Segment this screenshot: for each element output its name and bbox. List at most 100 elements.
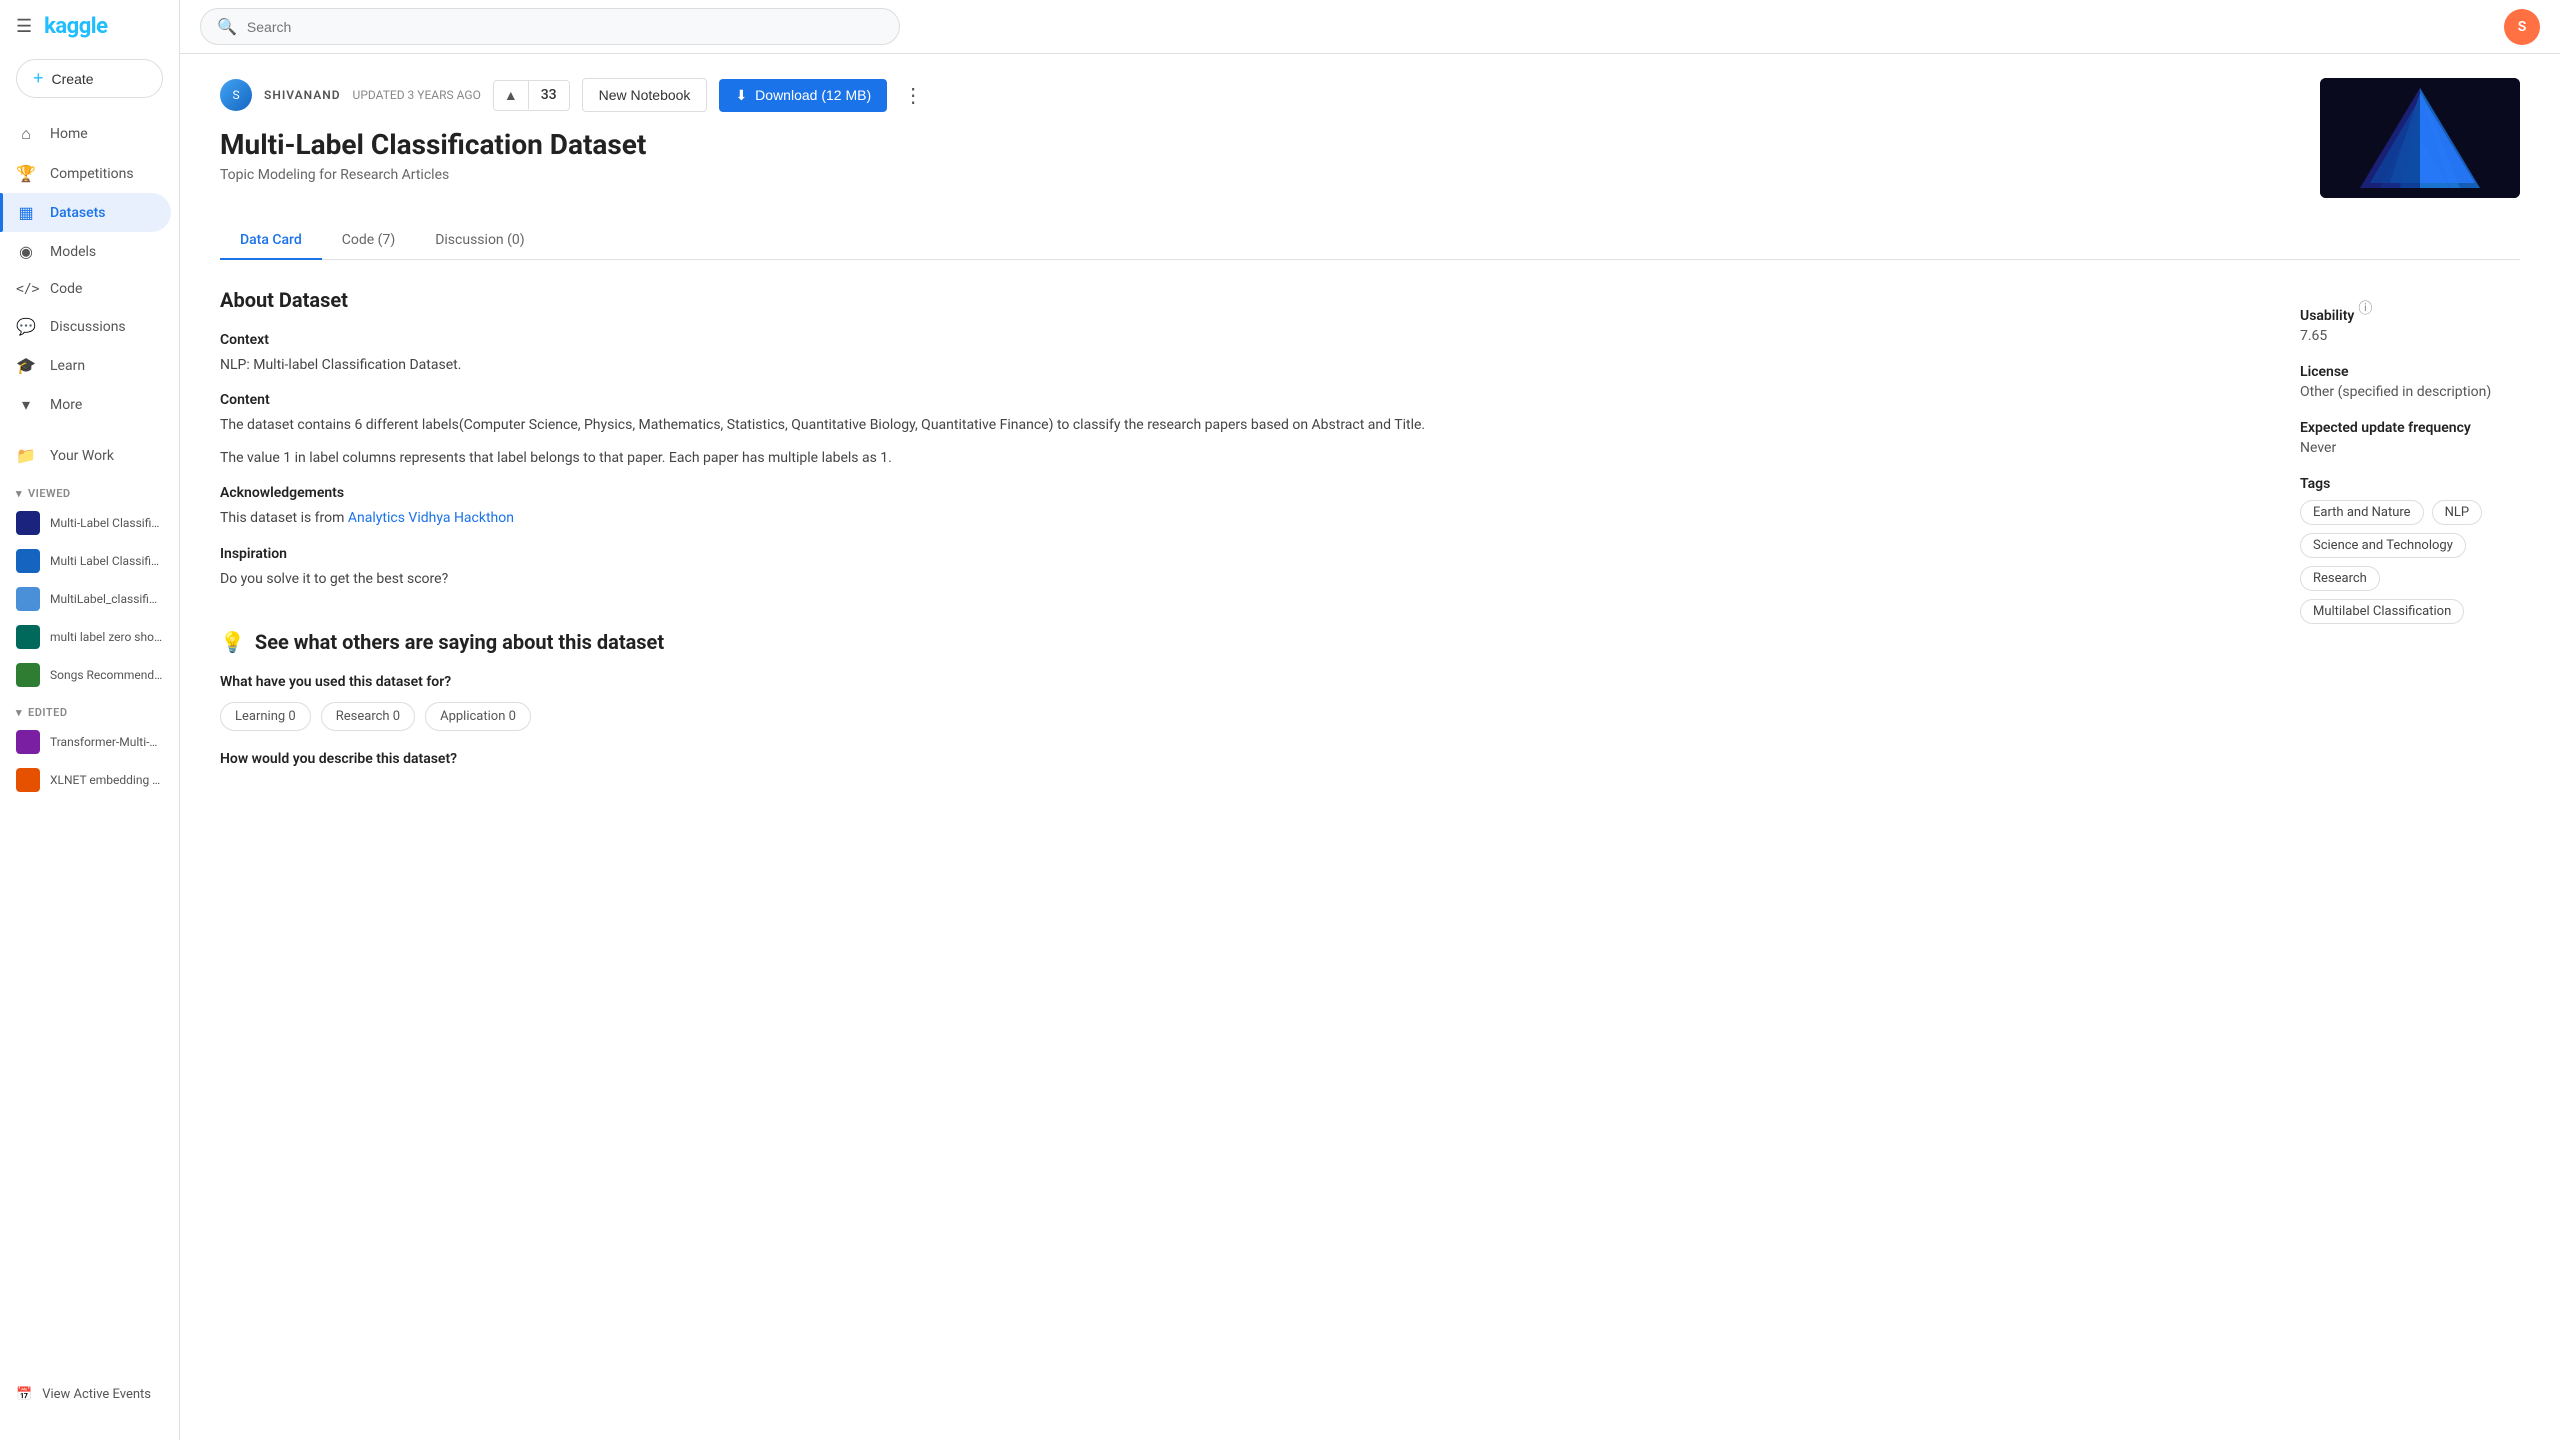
more-options-button[interactable]: ⋮ [899,79,927,111]
sidebar-item-discussions[interactable]: 💬 Discussions [0,307,171,346]
sidebar: ☰ kaggle + Create ⌂ Home 🏆 Competitions … [0,0,180,1440]
sidebar-item-datasets[interactable]: ▦ Datasets [0,193,171,232]
sidebar-header: ☰ kaggle [0,0,179,53]
new-notebook-button[interactable]: New Notebook [582,78,708,112]
recent-thumb [16,730,40,754]
recent-thumb [16,663,40,687]
tag-multilabel-classification[interactable]: Multilabel Classification [2300,599,2464,624]
list-item[interactable]: Songs Recommendatio... [0,656,179,694]
tabs: Data Card Code (7) Discussion (0) [220,222,2520,260]
kaggle-logo: kaggle [44,14,107,39]
avatar[interactable]: S [2504,9,2540,45]
recent-item-label: Songs Recommendatio... [50,668,163,682]
content-area: S SHIVANAND UPDATED 3 YEARS AGO ▲ 33 New… [180,54,2560,1440]
usage-title: What have you used this dataset for? [220,674,2260,690]
calendar-icon: 📅 [16,1387,32,1402]
dataset-title: Multi-Label Classification Dataset [220,128,2296,161]
usage-chip-learning[interactable]: Learning 0 [220,702,311,731]
context-label: Context [220,332,2260,348]
info-icon[interactable]: ⓘ [2358,298,2372,318]
recent-thumb [16,625,40,649]
trophy-icon: 🏆 [16,164,36,183]
license-value: Other (specified in description) [2300,384,2520,400]
recent-thumb [16,549,40,573]
analytics-vidhya-link[interactable]: Analytics Vidhya Hackthon [348,510,514,526]
tag-science-and-technology[interactable]: Science and Technology [2300,533,2466,558]
code-icon: </> [16,282,36,297]
recent-item-label: Multi Label Classifier - ... [50,554,163,568]
tag-nlp[interactable]: NLP [2432,500,2482,525]
discussions-icon: 💬 [16,317,36,336]
community-title: 💡 See what others are saying about this … [220,630,2260,654]
content-main: About Dataset Context NLP: Multi-label C… [220,288,2260,779]
tags-label: Tags [2300,476,2520,492]
models-icon: ◉ [16,242,36,261]
list-item[interactable]: Multi-Label Classificati... [0,504,179,542]
search-box[interactable]: 🔍 [200,8,900,45]
datasets-icon: ▦ [16,203,36,222]
list-item[interactable]: Transformer-Multi-Lab... [0,723,179,761]
vote-count: 33 [528,81,569,109]
recent-thumb [16,768,40,792]
sidebar-bottom: 📅 View Active Events [0,1369,179,1420]
dataset-thumbnail [2320,78,2520,198]
owner-name: SHIVANAND [264,88,341,102]
content-layout: About Dataset Context NLP: Multi-label C… [220,288,2520,779]
list-item[interactable]: multi label zero shot cl... [0,618,179,656]
more-chevron-icon: ▾ [16,395,36,414]
dataset-header: S SHIVANAND UPDATED 3 YEARS AGO ▲ 33 New… [220,78,2520,198]
updated-text: UPDATED 3 YEARS AGO [353,88,481,102]
usage-chip-application[interactable]: Application 0 [425,702,531,731]
update-freq-label: Expected update frequency [2300,420,2520,436]
avatar: S [220,79,252,111]
sidebar-item-learn[interactable]: 🎓 Learn [0,346,171,385]
recent-item-label: Transformer-Multi-Lab... [50,735,163,749]
plus-icon: + [33,68,44,89]
sidebar-item-home[interactable]: ⌂ Home [0,114,171,154]
usability-label: Usability [2300,308,2354,324]
search-input[interactable] [247,19,883,35]
view-active-events-button[interactable]: 📅 View Active Events [16,1379,163,1410]
recent-thumb [16,587,40,611]
vote-box: ▲ 33 [493,80,570,111]
list-item[interactable]: XLNET embedding and... [0,761,179,799]
dataset-header-left: S SHIVANAND UPDATED 3 YEARS AGO ▲ 33 New… [220,78,2296,183]
tab-code[interactable]: Code (7) [322,222,415,260]
sidebar-item-your-work[interactable]: 📁 Your Work [0,436,171,475]
main-area: 🔍 S S SHIVANAND UPDATED 3 YEARS AGO ▲ 33… [180,0,2560,1440]
recent-item-label: multi label zero shot cl... [50,630,163,644]
list-item[interactable]: MultiLabel_classificati... [0,580,179,618]
inspiration-label: Inspiration [220,546,2260,562]
recent-item-label: MultiLabel_classificati... [50,592,163,606]
tab-data-card[interactable]: Data Card [220,222,322,260]
content-text-2: The value 1 in label columns represents … [220,447,2260,469]
dataset-subtitle: Topic Modeling for Research Articles [220,167,2296,183]
usage-chip-research[interactable]: Research 0 [321,702,415,731]
menu-icon[interactable]: ☰ [16,16,32,37]
inspiration-text: Do you solve it to get the best score? [220,568,2260,590]
sidebar-item-code[interactable]: </> Code [0,271,171,307]
license-label: License [2300,364,2520,380]
sidebar-item-models[interactable]: ◉ Models [0,232,171,271]
describe-title: How would you describe this dataset? [220,751,2260,767]
topbar: 🔍 S [180,0,2560,54]
chevron-down-icon: ▾ [16,706,22,719]
download-button[interactable]: ⬇ Download (12 MB) [719,79,887,112]
update-freq-value: Never [2300,440,2520,456]
content-side: Usability ⓘ 7.65 License Other (specifie… [2300,288,2520,779]
acknowledgements-label: Acknowledgements [220,485,2260,501]
usability-value: 7.65 [2300,328,2520,344]
sidebar-item-competitions[interactable]: 🏆 Competitions [0,154,171,193]
create-button[interactable]: + Create [16,59,163,98]
tags-container: Earth and Nature NLP Science and Technol… [2300,500,2520,624]
content-label: Content [220,392,2260,408]
bulb-icon: 💡 [220,630,245,654]
owner-row: S SHIVANAND UPDATED 3 YEARS AGO ▲ 33 New… [220,78,2296,112]
vote-up-button[interactable]: ▲ [494,81,528,110]
tag-earth-and-nature[interactable]: Earth and Nature [2300,500,2424,525]
sidebar-item-more[interactable]: ▾ More [0,385,171,424]
recent-item-label: Multi-Label Classificati... [50,516,163,530]
tag-research[interactable]: Research [2300,566,2380,591]
list-item[interactable]: Multi Label Classifier - ... [0,542,179,580]
tab-discussion[interactable]: Discussion (0) [415,222,544,260]
